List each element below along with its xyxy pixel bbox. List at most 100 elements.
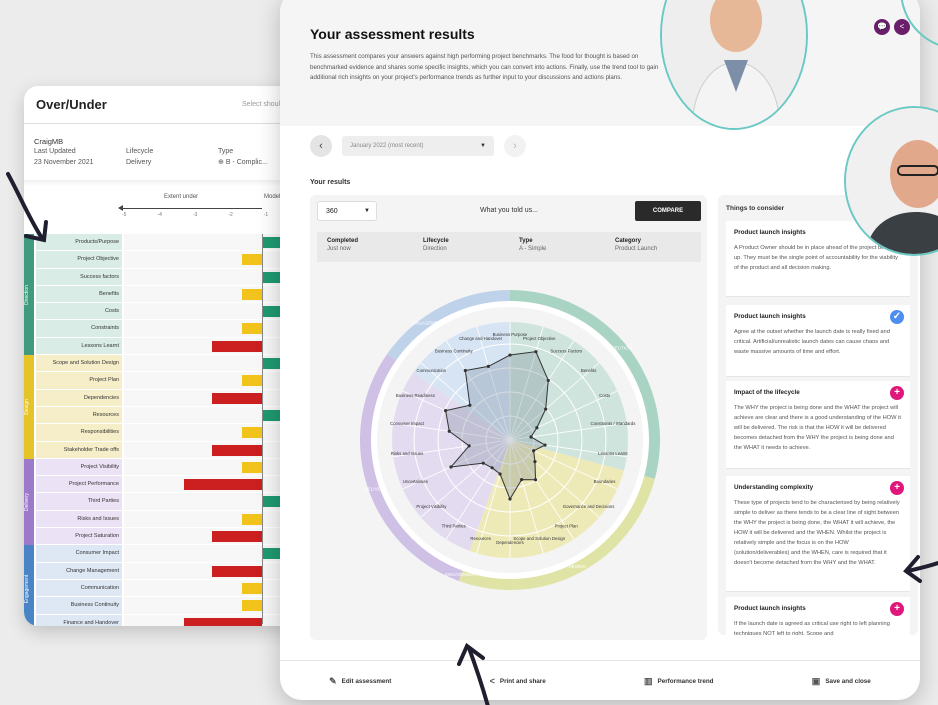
radar-point bbox=[529, 435, 533, 439]
row-bar bbox=[212, 444, 262, 456]
edit-assessment-button[interactable]: ✎ Edit assessment bbox=[329, 676, 391, 687]
radar-point bbox=[508, 353, 512, 357]
wheel-ring-label: DELIVERY bbox=[365, 486, 387, 491]
share-icon[interactable]: < bbox=[894, 19, 910, 35]
axis-tick: -2 bbox=[228, 212, 233, 219]
radar-point bbox=[533, 478, 538, 482]
meta-col: Lifecycle Delivery bbox=[126, 136, 218, 168]
table-row: Dependencies bbox=[24, 389, 324, 407]
summary-type: Type A - Simple bbox=[509, 232, 605, 262]
group-strip: Direction bbox=[24, 234, 34, 356]
tip-title: Product launch insights bbox=[734, 313, 806, 320]
wheel-category-label: Benefits bbox=[581, 368, 597, 373]
compare-button[interactable]: COMPARE bbox=[635, 201, 701, 221]
summary-category: Category Product Launch bbox=[605, 232, 701, 262]
radar-point bbox=[486, 364, 490, 369]
radar-point bbox=[535, 426, 539, 430]
table-row: Risks and Issues bbox=[24, 510, 324, 529]
tip-body: A Product Owner should be in place ahead… bbox=[734, 245, 901, 271]
check-icon[interactable]: ✓ bbox=[890, 310, 904, 324]
table-row: Success factors bbox=[24, 268, 324, 286]
row-label: Project Performance bbox=[36, 476, 122, 493]
next-button[interactable]: › bbox=[504, 135, 526, 157]
left-arrow-icon bbox=[118, 205, 262, 212]
meta-value: Delivery bbox=[126, 158, 152, 166]
previous-button[interactable]: ‹ bbox=[310, 135, 332, 157]
table-row: Constraints bbox=[24, 320, 324, 338]
chat-icon[interactable]: 💬 bbox=[874, 19, 890, 35]
row-label: Scope and Solution Design bbox=[36, 355, 122, 372]
row-label: Third Parties bbox=[36, 493, 122, 510]
wheel-category-label: Business Continuity bbox=[435, 349, 474, 354]
radar-point bbox=[490, 466, 494, 470]
results-header: Your assessment results This assessment … bbox=[280, 0, 920, 126]
page-title: Your assessment results bbox=[310, 26, 475, 42]
page-description: This assessment compares your answers ag… bbox=[310, 53, 659, 82]
wheel-ring-label: ENGAGEMENT bbox=[412, 320, 444, 325]
tip-title: Understanding complexity bbox=[734, 484, 814, 491]
meta-value: 23 November 2021 bbox=[34, 158, 94, 166]
table-row: Project Plan bbox=[24, 372, 324, 390]
radar-point bbox=[468, 403, 472, 407]
wheel-category-label: Boundaries bbox=[594, 479, 616, 484]
tip-card[interactable]: Product launch insights If the launch da… bbox=[726, 597, 910, 635]
radar-point bbox=[546, 378, 550, 383]
radar-point bbox=[449, 465, 453, 469]
extent-under-label: Extent under bbox=[164, 194, 199, 201]
tip-card[interactable]: Product launch insights Agree at the out… bbox=[726, 305, 910, 377]
plus-icon[interactable]: + bbox=[890, 602, 904, 616]
wheel-category-label: Governance and Decisions bbox=[563, 504, 615, 509]
select-should-label[interactable]: Select should bbox=[242, 101, 284, 108]
axis-tick: -1 bbox=[263, 212, 269, 219]
radar-point bbox=[481, 461, 485, 465]
row-label: Consumer Impact bbox=[36, 545, 122, 562]
plus-icon[interactable]: + bbox=[890, 386, 904, 400]
what-you-told-us-label: What you told us... bbox=[480, 207, 538, 214]
over-under-rows: Products/Purpose Project Objective Success… bbox=[24, 234, 324, 626]
radar-point bbox=[508, 497, 512, 501]
row-bar bbox=[242, 254, 262, 266]
wheel-category-label: Constraints / Standards bbox=[590, 421, 635, 426]
table-row: Project Performance bbox=[24, 476, 324, 494]
tip-title: Impact of the lifecycle bbox=[734, 389, 800, 396]
tip-card[interactable]: Understanding complexity These type of p… bbox=[726, 476, 910, 592]
row-bar bbox=[184, 617, 262, 626]
row-bar bbox=[242, 600, 262, 612]
edit-assessment-label: Edit assessment bbox=[341, 678, 392, 685]
radar-point bbox=[534, 350, 538, 354]
row-label: Communication bbox=[36, 579, 122, 597]
row-bar bbox=[262, 548, 280, 560]
row-label: Risks and Issues bbox=[36, 510, 122, 528]
date-select[interactable]: January 2022 (most recent) bbox=[342, 136, 494, 156]
annotation-arrow-right bbox=[903, 555, 938, 583]
group-strip: Delivery bbox=[24, 458, 34, 546]
meta-type-value: B - Complic... bbox=[225, 158, 268, 166]
table-row: Responsibilities bbox=[24, 424, 324, 442]
radar-point bbox=[498, 472, 502, 476]
wheel-category-label: Lessons Learnt bbox=[598, 451, 628, 456]
assessment-selector: ‹ January 2022 (most recent) › bbox=[310, 135, 526, 157]
row-bar bbox=[212, 565, 262, 577]
table-row: Project Saturation bbox=[24, 528, 324, 546]
row-label: Dependencies bbox=[36, 389, 122, 406]
tip-body: Agree at the outset whether the launch d… bbox=[734, 329, 890, 355]
save-and-close-label: Save and close bbox=[825, 678, 871, 685]
annotation-arrow-bottom bbox=[457, 642, 490, 705]
table-row: Products/Purpose bbox=[24, 234, 324, 252]
plus-icon[interactable]: + bbox=[890, 481, 904, 495]
results-panel: 360 What you told us... COMPARE Complete… bbox=[310, 195, 707, 640]
tip-card[interactable]: Impact of the lifecycle The WHY the proj… bbox=[726, 381, 910, 469]
row-bar bbox=[242, 513, 262, 525]
view-select[interactable]: 360 bbox=[317, 201, 377, 221]
summary-value: Just now bbox=[327, 246, 351, 253]
zero-line bbox=[262, 234, 263, 624]
meta-col: CraigMB Last Updated 23 November 2021 bbox=[34, 136, 126, 168]
summary-key: Category bbox=[615, 238, 642, 244]
over-under-header: Over/Under Select should bbox=[24, 86, 324, 124]
wheel-category-label: Risks and Issues bbox=[391, 451, 423, 456]
save-and-close-button[interactable]: ▣ Save and close bbox=[812, 676, 871, 687]
wheel-category-label: Costs bbox=[599, 393, 610, 398]
row-label: Stakeholder Trade offs bbox=[36, 441, 122, 458]
performance-trend-button[interactable]: ▥ Performance trend bbox=[644, 676, 714, 687]
row-bar bbox=[212, 340, 262, 352]
